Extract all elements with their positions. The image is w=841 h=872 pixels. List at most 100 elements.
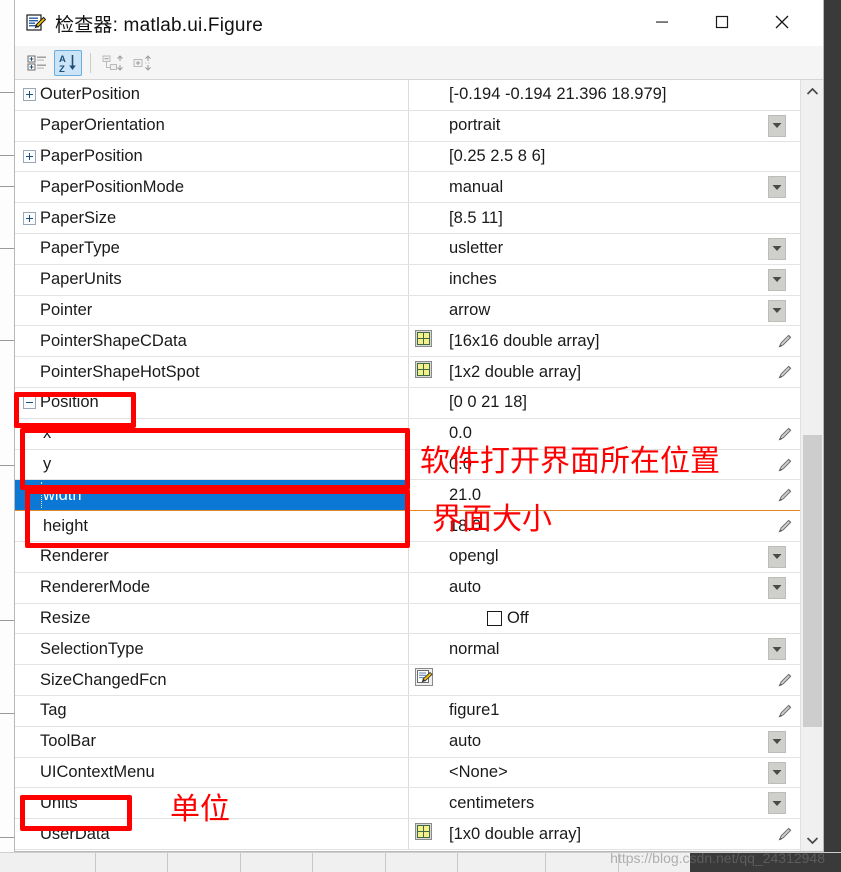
scroll-up-button[interactable] — [801, 80, 823, 102]
property-name-cell[interactable]: width — [15, 480, 409, 511]
property-row[interactable]: Resize Off — [15, 603, 800, 635]
property-row[interactable]: UIContextMenu <None> — [15, 757, 800, 789]
property-value-cell[interactable]: auto — [439, 573, 800, 603]
property-value-cell[interactable]: portrait — [439, 111, 800, 141]
property-row[interactable]: PaperOrientation portrait — [15, 110, 800, 142]
property-value-cell[interactable]: 21.0 — [439, 480, 800, 510]
property-row[interactable]: UserData [1x0 double array] — [15, 819, 800, 850]
property-row[interactable]: width 21.0 — [15, 480, 800, 512]
property-name-cell[interactable]: SizeChangedFcn — [15, 665, 409, 695]
property-value-cell[interactable]: <None> — [439, 758, 800, 788]
property-name-cell[interactable]: PaperType — [15, 233, 409, 264]
property-value-cell[interactable]: [8.5 11] — [439, 203, 800, 233]
property-row[interactable]: x 0.0 — [15, 418, 800, 450]
property-name-cell[interactable]: PaperPosition — [15, 141, 409, 172]
dropdown-arrow-button[interactable] — [768, 299, 786, 322]
property-row[interactable]: PaperPosition [0.25 2.5 8 6] — [15, 141, 800, 173]
property-row[interactable]: RendererMode auto — [15, 572, 800, 604]
property-name-cell[interactable]: UIContextMenu — [15, 757, 409, 788]
vertical-scrollbar[interactable] — [800, 80, 823, 851]
property-value-cell[interactable]: figure1 — [439, 696, 800, 726]
property-value-cell[interactable]: 18.0 — [439, 511, 800, 541]
dropdown-arrow-button[interactable] — [768, 545, 786, 568]
property-name-cell[interactable]: x — [15, 418, 409, 449]
scrollbar-thumb[interactable] — [803, 435, 822, 727]
property-value-cell[interactable]: [1x2 double array] — [439, 357, 800, 387]
property-row[interactable]: ToolBar auto — [15, 726, 800, 758]
edit-pencil-icon[interactable] — [776, 486, 794, 504]
expand-all-button[interactable] — [130, 50, 158, 76]
property-grid[interactable]: OuterPosition [-0.194 -0.194 21.396 18.97… — [15, 80, 800, 851]
close-button[interactable] — [759, 0, 805, 44]
dropdown-arrow-button[interactable] — [768, 237, 786, 260]
dropdown-arrow-button[interactable] — [768, 114, 786, 137]
property-row[interactable]: PaperSize [8.5 11] — [15, 203, 800, 234]
dropdown-arrow-button[interactable] — [768, 730, 786, 753]
dropdown-arrow-button[interactable] — [768, 268, 786, 291]
alphabetical-sort-button[interactable]: A Z — [54, 49, 82, 76]
edit-pencil-icon[interactable] — [776, 517, 794, 535]
property-name-cell[interactable]: Units — [15, 788, 409, 819]
property-value-cell[interactable]: arrow — [439, 296, 800, 326]
property-row[interactable]: height 18.0 — [15, 511, 800, 542]
property-row[interactable]: PaperType usletter — [15, 233, 800, 265]
property-name-cell[interactable]: PointerShapeHotSpot — [15, 357, 409, 387]
property-name-cell[interactable]: Tag — [15, 695, 409, 726]
minimize-button[interactable] — [639, 0, 685, 44]
categorized-view-button[interactable] — [23, 50, 51, 76]
edit-pencil-icon[interactable] — [776, 425, 794, 443]
edit-pencil-icon[interactable] — [776, 702, 794, 720]
property-value-cell[interactable]: 0.0 — [439, 450, 800, 480]
dropdown-arrow-button[interactable] — [768, 638, 786, 661]
property-name-cell[interactable]: PaperPositionMode — [15, 172, 409, 203]
property-row[interactable]: Tag figure1 — [15, 695, 800, 727]
edit-pencil-icon[interactable] — [776, 332, 794, 350]
maximize-button[interactable] — [699, 0, 745, 44]
property-name-cell[interactable]: Resize — [15, 603, 409, 634]
property-value-cell[interactable]: [0.25 2.5 8 6] — [439, 142, 800, 172]
expand-plus-icon[interactable] — [23, 149, 36, 163]
property-name-cell[interactable]: PaperOrientation — [15, 110, 409, 141]
property-value-cell[interactable]: [1x0 double array] — [439, 819, 800, 849]
property-value-cell[interactable]: Off — [439, 604, 800, 634]
dropdown-arrow-button[interactable] — [768, 761, 786, 784]
property-name-cell[interactable]: OuterPosition — [15, 80, 409, 110]
expand-plus-icon[interactable] — [23, 88, 36, 102]
property-row[interactable]: Units centimeters — [15, 788, 800, 820]
property-value-cell[interactable]: normal — [439, 634, 800, 664]
property-name-cell[interactable]: PaperUnits — [15, 264, 409, 295]
property-value-cell[interactable]: usletter — [439, 234, 800, 264]
property-row[interactable]: SelectionType normal — [15, 634, 800, 666]
property-name-cell[interactable]: height — [15, 511, 409, 541]
scroll-down-button[interactable] — [801, 829, 823, 851]
property-row[interactable]: Pointer arrow — [15, 295, 800, 327]
property-row[interactable]: SizeChangedFcn — [15, 665, 800, 696]
window-titlebar[interactable]: 检查器: matlab.ui.Figure — [15, 0, 823, 46]
function-handle-icon[interactable] — [414, 667, 435, 693]
dropdown-arrow-button[interactable] — [768, 176, 786, 199]
collapse-minus-icon[interactable] — [23, 396, 36, 410]
property-name-cell[interactable]: ToolBar — [15, 726, 409, 757]
property-name-cell[interactable]: Renderer — [15, 541, 409, 572]
property-row[interactable]: y 0.0 — [15, 449, 800, 481]
property-row[interactable]: OuterPosition [-0.194 -0.194 21.396 18.97… — [15, 80, 800, 111]
property-value-cell[interactable]: [16x16 double array] — [439, 326, 800, 356]
property-value-cell[interactable]: auto — [439, 727, 800, 757]
property-name-cell[interactable]: UserData — [15, 819, 409, 849]
property-row[interactable]: PointerShapeHotSpot [1x2 double array] — [15, 357, 800, 388]
dropdown-arrow-button[interactable] — [768, 576, 786, 599]
property-name-cell[interactable]: PaperSize — [15, 203, 409, 233]
property-value-cell[interactable]: manual — [439, 172, 800, 202]
property-name-cell[interactable]: Pointer — [15, 295, 409, 326]
property-row[interactable]: Renderer opengl — [15, 541, 800, 573]
expand-plus-icon[interactable] — [23, 211, 36, 225]
property-row[interactable]: Position [0 0 21 18] — [15, 387, 800, 419]
property-row[interactable]: PaperPositionMode manual — [15, 172, 800, 204]
property-value-cell[interactable]: inches — [439, 265, 800, 295]
property-name-cell[interactable]: SelectionType — [15, 634, 409, 665]
property-value-cell[interactable]: [-0.194 -0.194 21.396 18.979] — [439, 80, 800, 110]
property-name-cell[interactable]: RendererMode — [15, 572, 409, 603]
property-name-cell[interactable]: PointerShapeCData — [15, 326, 409, 357]
property-name-cell[interactable]: y — [15, 449, 409, 480]
property-value-cell[interactable]: 0.0 — [439, 419, 800, 449]
